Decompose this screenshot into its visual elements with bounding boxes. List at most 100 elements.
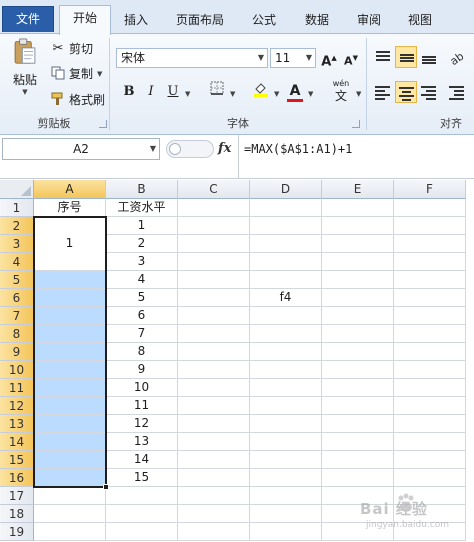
- cell-b19[interactable]: [106, 523, 178, 541]
- tab-home[interactable]: 开始: [59, 5, 111, 35]
- cell-e3[interactable]: [322, 235, 394, 253]
- cell-f7[interactable]: [394, 307, 466, 325]
- cell-a2-merged[interactable]: 1: [34, 217, 106, 271]
- cell-c11[interactable]: [178, 379, 250, 397]
- cell-c17[interactable]: [178, 487, 250, 505]
- align-right-button[interactable]: [418, 81, 440, 103]
- row-header-19[interactable]: 19: [0, 523, 34, 541]
- cell-a7[interactable]: [34, 307, 106, 325]
- row-header-15[interactable]: 15: [0, 451, 34, 469]
- cell-f11[interactable]: [394, 379, 466, 397]
- row-header-8[interactable]: 8: [0, 325, 34, 343]
- tab-data[interactable]: 数据: [295, 8, 339, 34]
- fill-color-button[interactable]: [250, 81, 272, 103]
- paste-dropdown-icon[interactable]: ▼: [22, 88, 27, 96]
- cell-d1[interactable]: [250, 199, 322, 217]
- cell-a11[interactable]: [34, 379, 106, 397]
- cell-c13[interactable]: [178, 415, 250, 433]
- cell-d10[interactable]: [250, 361, 322, 379]
- fill-color-dropdown-icon[interactable]: ▼: [274, 90, 279, 98]
- cell-b15[interactable]: 14: [106, 451, 178, 469]
- align-left-button[interactable]: [372, 81, 394, 103]
- format-painter-button[interactable]: 格式刷: [50, 91, 105, 108]
- cell-d16[interactable]: [250, 469, 322, 487]
- cell-a8[interactable]: [34, 325, 106, 343]
- font-launcher-icon[interactable]: [352, 120, 360, 128]
- cell-b16[interactable]: 15: [106, 469, 178, 487]
- cell-c19[interactable]: [178, 523, 250, 541]
- row-header-9[interactable]: 9: [0, 343, 34, 361]
- cell-a17[interactable]: [34, 487, 106, 505]
- cell-e1[interactable]: [322, 199, 394, 217]
- cell-e12[interactable]: [322, 397, 394, 415]
- cell-f4[interactable]: [394, 253, 466, 271]
- border-dropdown-icon[interactable]: ▼: [230, 90, 235, 98]
- tab-review[interactable]: 审阅: [347, 8, 391, 34]
- tab-file[interactable]: 文件: [2, 6, 54, 32]
- cell-c6[interactable]: [178, 289, 250, 307]
- cell-a5[interactable]: [34, 271, 106, 289]
- bold-button[interactable]: B: [118, 81, 140, 103]
- formula-input[interactable]: =MAX($A$1:A1)+1: [244, 139, 352, 159]
- cell-c14[interactable]: [178, 433, 250, 451]
- cell-d17[interactable]: [250, 487, 322, 505]
- row-header-12[interactable]: 12: [0, 397, 34, 415]
- cell-e15[interactable]: [322, 451, 394, 469]
- cell-c9[interactable]: [178, 343, 250, 361]
- cell-d6[interactable]: f4: [250, 289, 322, 307]
- cell-b10[interactable]: 9: [106, 361, 178, 379]
- cell-b12[interactable]: 11: [106, 397, 178, 415]
- tab-insert[interactable]: 插入: [114, 8, 158, 34]
- cell-a14[interactable]: [34, 433, 106, 451]
- row-header-10[interactable]: 10: [0, 361, 34, 379]
- column-header-f[interactable]: F: [394, 180, 466, 199]
- cell-c1[interactable]: [178, 199, 250, 217]
- cell-d14[interactable]: [250, 433, 322, 451]
- underline-dropdown-icon[interactable]: ▼: [185, 90, 190, 98]
- row-header-3[interactable]: 3: [0, 235, 34, 253]
- orientation-button[interactable]: ab: [446, 46, 468, 69]
- cell-e7[interactable]: [322, 307, 394, 325]
- phonetic-button[interactable]: wén 文: [326, 78, 356, 106]
- cell-a13[interactable]: [34, 415, 106, 433]
- worksheet-grid[interactable]: A B C D E F 1 序号 工资水平 2 1 3 2 4 3 5 4 6 5 f4 7 6 8 7 9 8 10 9 11 10 12…: [0, 180, 474, 542]
- cell-e5[interactable]: [322, 271, 394, 289]
- cell-d13[interactable]: [250, 415, 322, 433]
- cell-f5[interactable]: [394, 271, 466, 289]
- cell-c7[interactable]: [178, 307, 250, 325]
- cell-e2[interactable]: [322, 217, 394, 235]
- font-color-dropdown-icon[interactable]: ▼: [308, 90, 313, 98]
- row-header-7[interactable]: 7: [0, 307, 34, 325]
- copy-dropdown-icon[interactable]: ▼: [97, 70, 102, 78]
- cell-c18[interactable]: [178, 505, 250, 523]
- cell-b14[interactable]: 13: [106, 433, 178, 451]
- align-middle-button[interactable]: [395, 46, 417, 68]
- cell-e9[interactable]: [322, 343, 394, 361]
- underline-button[interactable]: U: [162, 81, 184, 103]
- cell-f6[interactable]: [394, 289, 466, 307]
- cell-a9[interactable]: [34, 343, 106, 361]
- tab-view[interactable]: 视图: [398, 8, 442, 34]
- tab-page-layout[interactable]: 页面布局: [166, 8, 234, 34]
- cell-a1[interactable]: 序号: [34, 199, 106, 217]
- row-header-16[interactable]: 16: [0, 469, 34, 487]
- cell-b18[interactable]: [106, 505, 178, 523]
- decrease-indent-button[interactable]: [446, 81, 468, 103]
- cell-b9[interactable]: 8: [106, 343, 178, 361]
- cell-d7[interactable]: [250, 307, 322, 325]
- formula-bar-splitter[interactable]: [166, 140, 214, 158]
- cell-b5[interactable]: 4: [106, 271, 178, 289]
- font-size-combo[interactable]: 11 ▼: [270, 48, 316, 68]
- cut-button[interactable]: ✂ 剪切: [50, 40, 93, 57]
- cell-f10[interactable]: [394, 361, 466, 379]
- cell-e14[interactable]: [322, 433, 394, 451]
- cell-c8[interactable]: [178, 325, 250, 343]
- cell-b6[interactable]: 5: [106, 289, 178, 307]
- fill-handle[interactable]: [103, 484, 109, 490]
- cell-f9[interactable]: [394, 343, 466, 361]
- cell-a18[interactable]: [34, 505, 106, 523]
- cell-f1[interactable]: [394, 199, 466, 217]
- cell-c15[interactable]: [178, 451, 250, 469]
- cell-a15[interactable]: [34, 451, 106, 469]
- column-header-e[interactable]: E: [322, 180, 394, 199]
